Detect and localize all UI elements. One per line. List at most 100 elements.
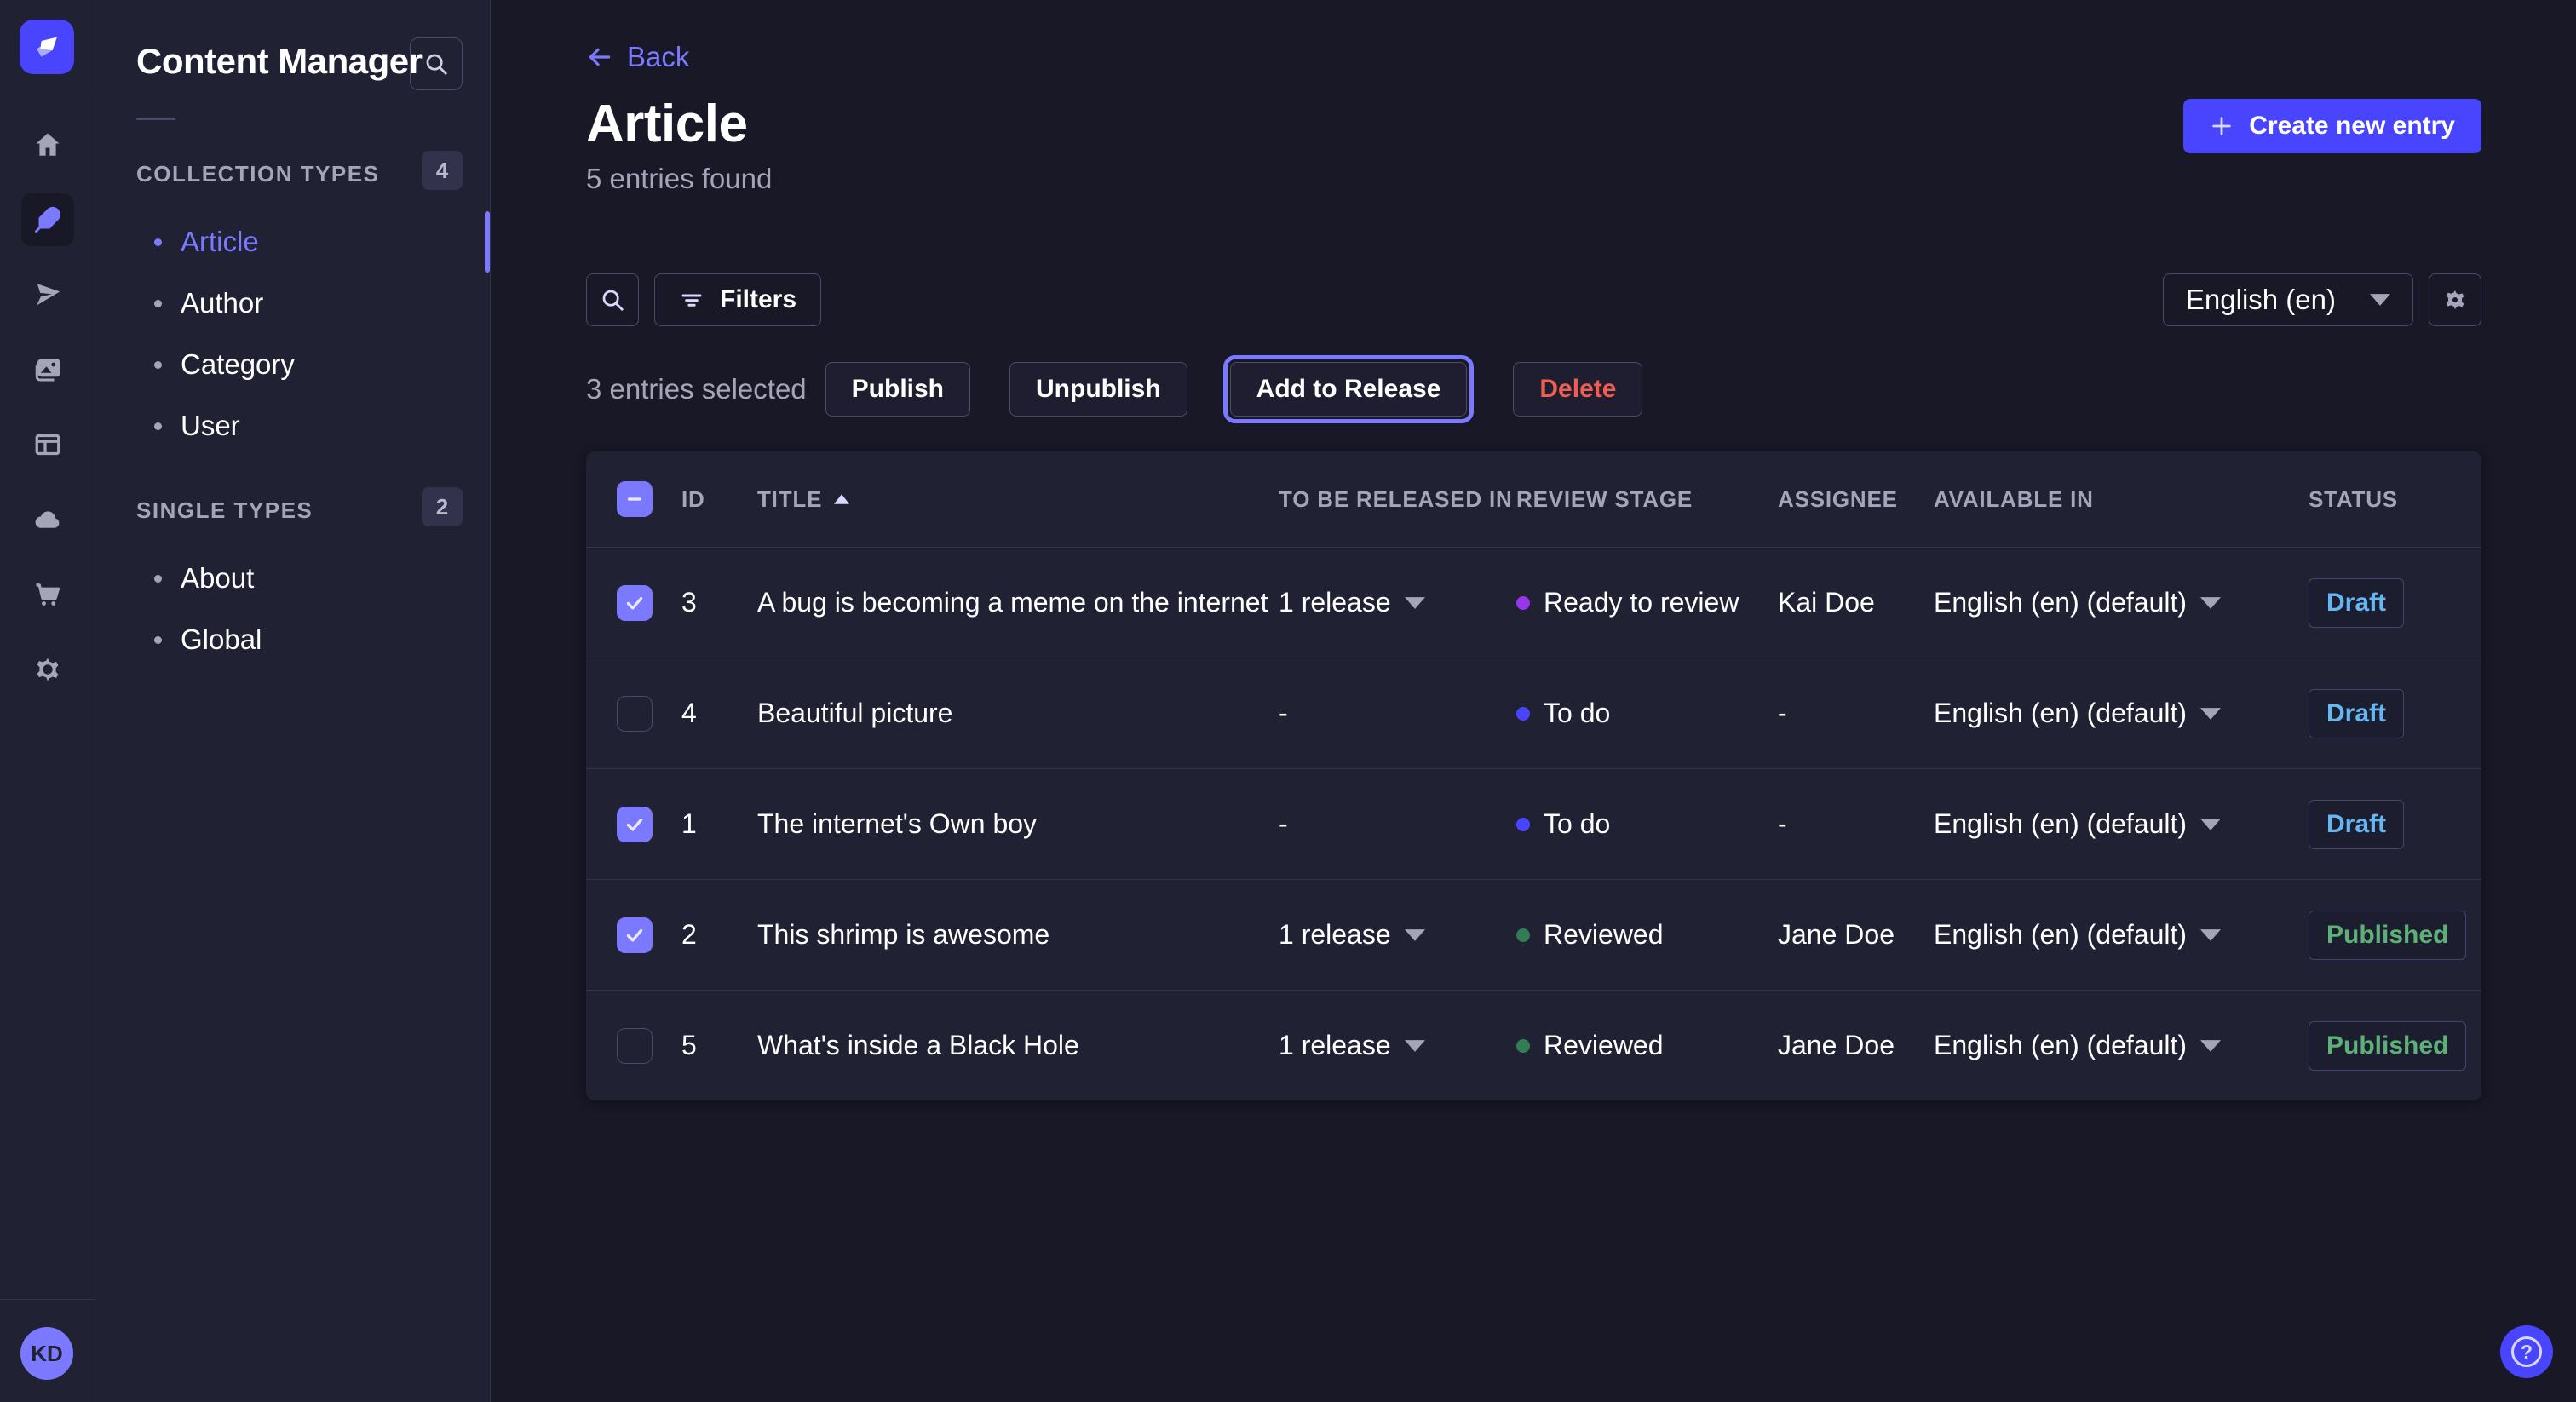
table-row[interactable]: 4 Beautiful picture - To do - English (e…: [586, 658, 2481, 768]
view-settings-gear-icon[interactable]: [2429, 273, 2481, 326]
marketplace-cart-icon[interactable]: [21, 568, 74, 621]
chevron-down-icon: [2200, 929, 2221, 941]
filter-icon: [679, 287, 704, 313]
review-stage: To do: [1516, 808, 1778, 840]
table-row[interactable]: 2 This shrimp is awesome 1 release Revie…: [586, 879, 2481, 990]
column-header-review-stage[interactable]: REVIEW STAGE: [1516, 486, 1778, 513]
locale-dropdown[interactable]: English (en) (default): [1934, 587, 2309, 618]
add-to-release-button[interactable]: Add to Release: [1230, 362, 1468, 417]
toolbar: Filters English (en): [586, 273, 2481, 326]
sidebar-item-article[interactable]: Article: [95, 211, 490, 273]
sidebar-item-author[interactable]: Author: [95, 273, 490, 334]
row-checkbox[interactable]: [617, 917, 653, 953]
release-dropdown[interactable]: 1 release: [1279, 919, 1516, 951]
status-badge: Published: [2309, 1021, 2466, 1071]
bullet-icon: [154, 238, 162, 246]
row-id: 2: [681, 919, 757, 951]
releases-plane-icon[interactable]: [21, 268, 74, 321]
table-row[interactable]: 1 The internet's Own boy - To do - Engli…: [586, 768, 2481, 879]
assignee: Jane Doe: [1778, 919, 1934, 951]
row-title: What's inside a Black Hole: [757, 1030, 1279, 1061]
unpublish-button[interactable]: Unpublish: [1009, 362, 1187, 417]
sort-ascending-icon: [834, 494, 849, 504]
stage-dot: [1516, 1039, 1530, 1053]
search-icon[interactable]: [410, 37, 463, 90]
app-root: KD Content Manager COLLECTION TYPES 4 Ar…: [0, 0, 2576, 1402]
column-header-status[interactable]: STATUS: [2309, 486, 2481, 513]
create-new-entry-button[interactable]: Create new entry: [2183, 99, 2481, 153]
check-icon: [624, 924, 646, 946]
locale-dropdown[interactable]: English (en) (default): [1934, 919, 2309, 951]
publish-button[interactable]: Publish: [825, 362, 970, 417]
chevron-down-icon: [2200, 708, 2221, 720]
deploy-cloud-icon[interactable]: [21, 493, 74, 546]
home-icon[interactable]: [21, 118, 74, 171]
bullet-icon: [154, 636, 162, 644]
status-badge: Draft: [2309, 800, 2404, 849]
stage-dot: [1516, 928, 1530, 942]
delete-button[interactable]: Delete: [1513, 362, 1642, 417]
locale-dropdown[interactable]: English (en) (default): [1934, 808, 2309, 840]
strapi-logo[interactable]: [20, 20, 74, 74]
chevron-down-icon: [1405, 1040, 1425, 1052]
chevron-down-icon: [2200, 597, 2221, 609]
chevron-down-icon: [1405, 929, 1425, 941]
check-icon: [624, 813, 646, 836]
assignee: Kai Doe: [1778, 587, 1934, 618]
release-value: -: [1279, 808, 1516, 840]
row-checkbox[interactable]: [617, 807, 653, 842]
bulk-actions-bar: 3 entries selected Publish Unpublish Add…: [586, 355, 2481, 423]
help-button[interactable]: ?: [2500, 1325, 2553, 1378]
release-dropdown[interactable]: 1 release: [1279, 1030, 1516, 1061]
active-indicator: [485, 211, 490, 273]
column-header-available-in[interactable]: AVAILABLE IN: [1934, 486, 2309, 513]
content-manager-feather-icon[interactable]: [21, 193, 74, 246]
settings-gear-icon[interactable]: [21, 643, 74, 696]
collection-types-section: COLLECTION TYPES 4 Article Author Catego…: [95, 161, 490, 457]
row-checkbox[interactable]: [617, 585, 653, 621]
main-content: Back Article 5 entries found Create new …: [491, 0, 2576, 1402]
bullet-icon: [154, 300, 162, 307]
entries-table: ID TITLE TO BE RELEASED IN REVIEW STAGE …: [586, 451, 2481, 1100]
stage-dot: [1516, 596, 1530, 610]
entries-count: 5 entries found: [586, 163, 2481, 195]
collection-types-count-badge: 4: [422, 151, 463, 190]
check-icon: [624, 592, 646, 614]
row-title: This shrimp is awesome: [757, 919, 1279, 951]
select-all-checkbox[interactable]: [617, 481, 653, 517]
table-row[interactable]: 3 A bug is becoming a meme on the intern…: [586, 547, 2481, 658]
column-header-to-be-released-in[interactable]: TO BE RELEASED IN: [1279, 486, 1516, 513]
row-checkbox[interactable]: [617, 696, 653, 732]
locale-select[interactable]: English (en): [2163, 273, 2413, 326]
assignee: -: [1778, 698, 1934, 729]
sidebar-item-category[interactable]: Category: [95, 334, 490, 395]
question-mark-icon: ?: [2511, 1336, 2542, 1367]
stage-dot: [1516, 707, 1530, 721]
content-type-builder-icon[interactable]: [21, 418, 74, 471]
table-search-icon[interactable]: [586, 273, 639, 326]
bullet-icon: [154, 361, 162, 369]
nav-rail: KD: [0, 0, 95, 1402]
locale-dropdown[interactable]: English (en) (default): [1934, 1030, 2309, 1061]
review-stage: Reviewed: [1516, 919, 1778, 951]
release-dropdown[interactable]: 1 release: [1279, 587, 1516, 618]
locale-dropdown[interactable]: English (en) (default): [1934, 698, 2309, 729]
column-header-id[interactable]: ID: [681, 486, 757, 513]
sidebar-item-global[interactable]: Global: [95, 609, 490, 670]
row-checkbox[interactable]: [617, 1028, 653, 1064]
table-row[interactable]: 5 What's inside a Black Hole 1 release R…: [586, 990, 2481, 1100]
bullet-icon: [154, 422, 162, 430]
column-header-assignee[interactable]: ASSIGNEE: [1778, 486, 1934, 513]
back-link[interactable]: Back: [586, 41, 689, 73]
sidebar-item-user[interactable]: User: [95, 395, 490, 457]
media-library-icon[interactable]: [21, 343, 74, 396]
user-avatar[interactable]: KD: [20, 1327, 73, 1380]
status-badge: Published: [2309, 911, 2466, 960]
chevron-down-icon: [2200, 1040, 2221, 1052]
status-badge: Draft: [2309, 689, 2404, 738]
column-header-title[interactable]: TITLE: [757, 486, 1279, 513]
row-title: A bug is becoming a meme on the internet: [757, 587, 1279, 618]
filters-button[interactable]: Filters: [654, 273, 821, 326]
sidebar-item-about[interactable]: About: [95, 548, 490, 609]
chevron-down-icon: [1405, 597, 1425, 609]
